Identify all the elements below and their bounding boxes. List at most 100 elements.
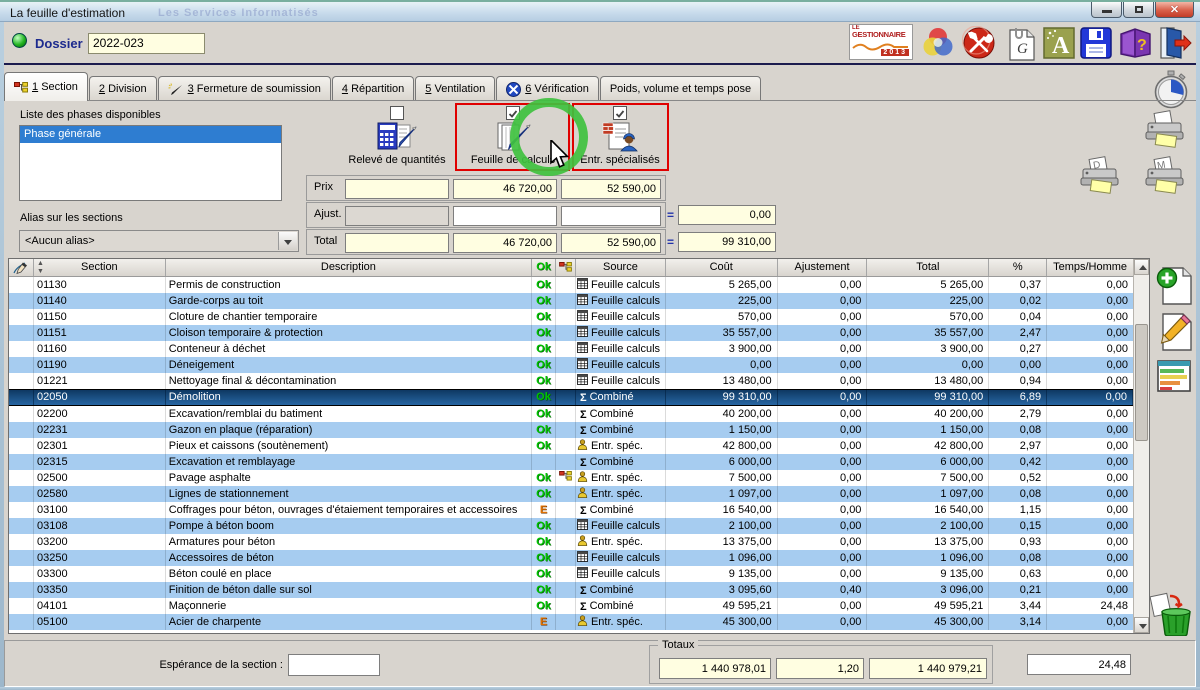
table-row[interactable]: 02580Lignes de stationnementOkEntr. spéc… xyxy=(9,486,1133,502)
print-button[interactable] xyxy=(1143,110,1187,157)
row-temps: 0,00 xyxy=(1047,550,1133,566)
color-wheel-icon[interactable] xyxy=(921,26,955,60)
table-row[interactable]: 02050DémolitionOkΣCombiné99 310,000,0099… xyxy=(9,389,1133,406)
scroll-down-button[interactable] xyxy=(1134,617,1149,633)
gestionnaire-logo[interactable]: LE GESTIONNAIRE 2013 xyxy=(849,24,913,60)
header-divider xyxy=(0,63,1200,65)
phases-listbox[interactable]: Phase générale xyxy=(19,125,282,201)
add-section-button[interactable] xyxy=(1155,266,1193,309)
prix-releve-field[interactable] xyxy=(345,179,449,199)
total-equals-sign: = xyxy=(667,235,677,249)
ajust-releve-field[interactable] xyxy=(345,206,449,226)
worksheet-button[interactable] xyxy=(1156,358,1192,397)
table-row[interactable]: 03350Finition de béton dalle sur solOkΣC… xyxy=(9,582,1133,598)
table-row[interactable]: 03108Pompe à béton boomOkFeuille calculs… xyxy=(9,518,1133,534)
prix-entr-field[interactable]: 52 590,00 xyxy=(561,179,661,199)
row-org-cell xyxy=(556,550,576,566)
header-source[interactable]: Source xyxy=(576,259,666,276)
header-cout[interactable]: Coût xyxy=(666,259,778,276)
combo-dropdown-button[interactable] xyxy=(278,232,297,250)
header-total[interactable]: Total xyxy=(867,259,989,276)
help-book-icon[interactable]: ? xyxy=(1117,26,1151,60)
releve-quantites-button[interactable]: Relevé de quantités xyxy=(342,104,452,168)
header-temps[interactable]: Temps/Homme xyxy=(1047,259,1133,276)
alias-combobox[interactable]: <Aucun alias> xyxy=(19,230,299,252)
sort-icon: ▲▼ xyxy=(37,260,44,276)
tab-ventilation[interactable]: 5 Ventilation xyxy=(415,76,495,101)
tab-bar: 1 Section 2 Division 3 Fermeture de soum… xyxy=(4,72,1196,101)
table-row[interactable]: 01160Conteneur à déchetOkFeuille calculs… xyxy=(9,341,1133,357)
table-row[interactable]: 04101MaçonnerieOkΣCombiné49 595,210,0049… xyxy=(9,598,1133,614)
print-summary-button[interactable]: M xyxy=(1143,156,1187,203)
maximize-button[interactable] xyxy=(1123,2,1154,18)
scroll-up-button[interactable] xyxy=(1134,259,1149,275)
header-description[interactable]: Description xyxy=(166,259,532,276)
row-org-cell xyxy=(556,406,576,422)
table-row[interactable]: 02315Excavation et remblayageΣCombiné6 0… xyxy=(9,454,1133,470)
minimize-icon xyxy=(1102,10,1112,13)
row-description: Pieux et caissons (soutènement) xyxy=(166,438,532,454)
table-row[interactable]: 01221Nettoyage final & décontaminationOk… xyxy=(9,373,1133,389)
table-row[interactable]: 03100Coffrages pour béton, ouvrages d'ét… xyxy=(9,502,1133,518)
releve-checkbox[interactable] xyxy=(390,106,404,120)
stopwatch-icon[interactable] xyxy=(1152,70,1190,113)
prix-feuille-field[interactable]: 46 720,00 xyxy=(453,179,557,199)
row-description: Nettoyage final & décontamination xyxy=(166,373,532,389)
table-row[interactable]: 02500Pavage asphalteOkEntr. spéc.7 500,0… xyxy=(9,470,1133,486)
row-cout: 13 480,00 xyxy=(666,373,778,389)
save-floppy-icon[interactable] xyxy=(1080,27,1114,61)
vertical-scrollbar[interactable] xyxy=(1133,259,1149,633)
table-row[interactable]: 01140Garde-corps au toitOkFeuille calcul… xyxy=(9,293,1133,309)
edit-hand-icon xyxy=(9,259,34,276)
header-ok[interactable]: Ok xyxy=(532,259,556,276)
row-source: ΣCombiné xyxy=(576,390,666,405)
dossier-input[interactable]: 2022-023 xyxy=(88,33,205,54)
table-header[interactable]: ▲▼ Section Description Ok Source Coût Aj… xyxy=(9,259,1133,277)
phase-list-item[interactable]: Phase générale xyxy=(20,126,281,143)
scrollbar-thumb[interactable] xyxy=(1135,324,1148,441)
exit-door-icon[interactable] xyxy=(1157,26,1191,60)
row-section: 01150 xyxy=(34,309,166,325)
table-row[interactable]: 01150Cloture de chantier temporaireOkFeu… xyxy=(9,309,1133,325)
row-temps: 0,00 xyxy=(1047,502,1133,518)
tab-poids-volume[interactable]: Poids, volume et temps pose xyxy=(600,76,761,101)
header-org[interactable] xyxy=(556,259,576,276)
print-detail-button[interactable]: D xyxy=(1078,156,1122,203)
row-section: 03350 xyxy=(34,582,166,598)
total-releve-field[interactable] xyxy=(345,233,449,253)
tab-division[interactable]: 2 Division xyxy=(89,76,157,101)
table-row[interactable]: 01130Permis de constructionOkFeuille cal… xyxy=(9,277,1133,293)
header-section[interactable]: ▲▼ Section xyxy=(34,259,166,276)
tab-section[interactable]: 1 Section xyxy=(4,72,88,101)
table-row[interactable]: 05100Acier de charpenteEEntr. spéc.45 30… xyxy=(9,614,1133,630)
tab-repartition[interactable]: 4 Répartition xyxy=(332,76,414,101)
edit-section-button[interactable] xyxy=(1155,312,1193,355)
total-feuille-field[interactable]: 46 720,00 xyxy=(453,233,557,253)
table-row[interactable]: 03250Accessoires de bétonOkFeuille calcu… xyxy=(9,550,1133,566)
svg-text:G: G xyxy=(1017,41,1028,57)
document-g-icon[interactable]: G xyxy=(1007,27,1041,61)
close-button[interactable]: ✕ xyxy=(1155,2,1194,18)
table-row[interactable]: 02301Pieux et caissons (soutènement)OkEn… xyxy=(9,438,1133,454)
tab-fermeture[interactable]: 3 Fermeture de soumission xyxy=(158,76,331,101)
table-row[interactable]: 01190DéneigementOkFeuille calculs0,000,0… xyxy=(9,357,1133,373)
header-pct[interactable]: % xyxy=(989,259,1047,276)
delete-section-button[interactable] xyxy=(1150,592,1194,639)
table-row[interactable]: 02200Excavation/remblai du batimentOkΣCo… xyxy=(9,406,1133,422)
ajust-entr-field[interactable] xyxy=(561,206,661,226)
row-temps: 0,00 xyxy=(1047,486,1133,502)
letter-a-icon[interactable]: A xyxy=(1043,27,1077,61)
title-bar[interactable]: La feuille d'estimation Les Services Inf… xyxy=(0,0,1200,22)
table-row[interactable]: 02231Gazon en plaque (réparation)OkΣComb… xyxy=(9,422,1133,438)
esperance-input[interactable] xyxy=(288,654,380,676)
row-status: Ok xyxy=(532,598,556,614)
ajust-feuille-field[interactable] xyxy=(453,206,557,226)
table-row[interactable]: 01151Cloison temporaire & protectionOkFe… xyxy=(9,325,1133,341)
minimize-button[interactable] xyxy=(1091,2,1122,18)
repair-tools-icon[interactable] xyxy=(962,26,996,60)
row-org-cell xyxy=(556,518,576,534)
table-row[interactable]: 03300Béton coulé en placeOkFeuille calcu… xyxy=(9,566,1133,582)
total-entr-field[interactable]: 52 590,00 xyxy=(561,233,661,253)
table-row[interactable]: 03200Armatures pour bétonOkEntr. spéc.13… xyxy=(9,534,1133,550)
header-ajustement[interactable]: Ajustement xyxy=(778,259,868,276)
